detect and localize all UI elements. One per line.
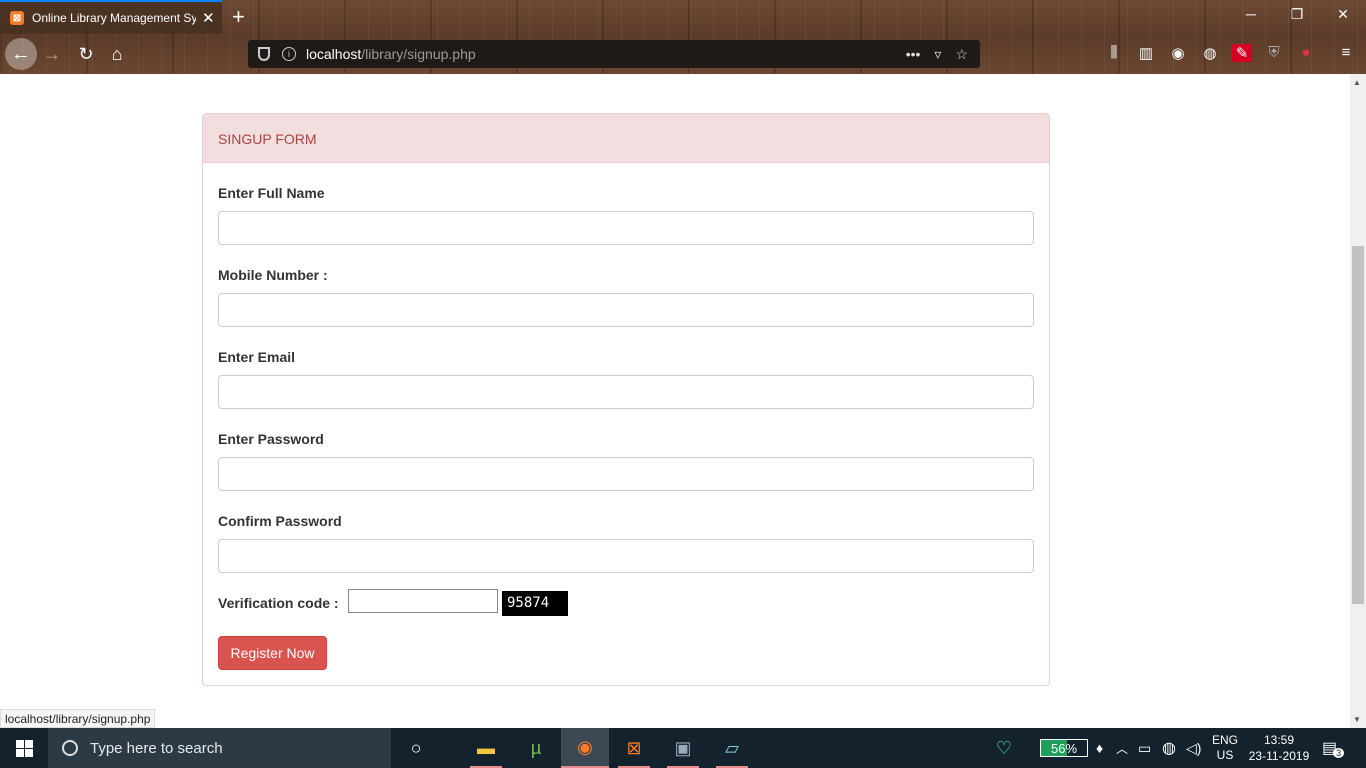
page-scrollbar[interactable]: ▲ ▼ <box>1350 74 1366 728</box>
close-window-button[interactable]: ✕ <box>1332 6 1354 23</box>
minimize-button[interactable]: ─ <box>1240 6 1262 22</box>
xampp-taskbar-icon[interactable]: ⊠ <box>610 728 658 768</box>
taskbar-search-box[interactable]: Type here to search <box>48 728 391 768</box>
mobile-number-label: Mobile Number : <box>218 267 328 283</box>
scroll-down-icon[interactable]: ▼ <box>1353 715 1361 724</box>
pocket-icon[interactable]: ▿ <box>934 46 941 63</box>
reload-button[interactable]: ↻ <box>72 40 100 68</box>
browser-toolbar: ⊠ Online Library Management Sy ✕ + ─ ❐ ✕… <box>0 0 1366 74</box>
url-text[interactable]: localhost/library/signup.php <box>306 46 476 62</box>
battery-status-icon[interactable]: ▭ <box>1138 728 1151 768</box>
page-content: SINGUP FORM Enter Full Name Mobile Numbe… <box>0 74 1350 728</box>
battery-text: 56% <box>1050 741 1078 756</box>
region-code: US <box>1216 748 1234 762</box>
url-path: /library/signup.php <box>361 46 476 62</box>
language-code: ENG <box>1212 733 1239 747</box>
url-host: localhost <box>306 46 362 62</box>
page-actions-icon[interactable]: ••• <box>906 46 921 63</box>
scrollbar-thumb[interactable] <box>1352 246 1364 604</box>
back-button[interactable]: ← <box>5 38 37 70</box>
confirm-password-label: Confirm Password <box>218 513 342 529</box>
firefox-icon[interactable]: ◉ <box>561 728 609 768</box>
mobile-number-input[interactable] <box>218 293 1034 327</box>
site-info-icon[interactable]: i <box>282 47 296 61</box>
scroll-up-icon[interactable]: ▲ <box>1353 78 1361 87</box>
verification-code-input[interactable] <box>348 589 498 613</box>
restore-button[interactable]: ❐ <box>1286 6 1308 23</box>
activity-monitor-icon[interactable]: ♡ <box>980 728 1028 768</box>
search-placeholder: Type here to search <box>90 739 223 757</box>
action-center-icon[interactable]: ▤ 3 <box>1322 728 1345 768</box>
windows-logo-icon <box>15 739 33 757</box>
full-name-label: Enter Full Name <box>218 185 325 201</box>
volume-icon[interactable]: ◁) <box>1186 728 1201 768</box>
bookmark-star-icon[interactable]: ☆ <box>955 46 968 63</box>
verification-code-label: Verification code : <box>218 595 339 611</box>
forward-button[interactable]: → <box>38 40 66 68</box>
register-now-button[interactable]: Register Now <box>218 636 327 670</box>
close-tab-icon[interactable]: ✕ <box>202 9 215 27</box>
browser-tab[interactable]: ⊠ Online Library Management Sy ✕ <box>0 0 222 34</box>
utorrent-icon[interactable]: µ <box>512 728 560 768</box>
tracking-shield-icon[interactable] <box>258 47 270 61</box>
language-indicator[interactable]: ENG US <box>1212 728 1238 768</box>
link-status-bar: localhost/library/signup.php <box>0 709 156 728</box>
notification-count: 3 <box>1333 748 1345 758</box>
email-label: Enter Email <box>218 349 296 365</box>
clock-time: 13:59 <box>1263 733 1295 747</box>
notepad-icon[interactable]: ▱ <box>708 728 756 768</box>
library-icon[interactable]: ⫼ <box>1104 44 1124 61</box>
file-explorer-icon[interactable]: ▬ <box>462 728 510 768</box>
start-button[interactable] <box>0 728 48 768</box>
globe-icon[interactable]: ◍ <box>1200 44 1220 62</box>
password-input[interactable] <box>218 457 1034 491</box>
captcha-image: 95874 <box>502 591 568 616</box>
email-input[interactable] <box>218 375 1034 409</box>
tab-title: Online Library Management Sy <box>32 11 196 25</box>
network-icon[interactable]: ◍ <box>1162 728 1176 768</box>
signup-panel: SINGUP FORM Enter Full Name Mobile Numbe… <box>202 113 1050 686</box>
windows-taskbar: Type here to search ○ ▬ µ ◉ ⊠ ▣ ▱ ♡ 56% … <box>0 728 1366 768</box>
url-bar[interactable]: i localhost/library/signup.php ••• ▿ ☆ <box>248 40 980 68</box>
clock[interactable]: 13:59 23-11-2019 <box>1248 728 1310 768</box>
task-view-icon[interactable]: ○ <box>392 728 440 768</box>
show-hidden-icons[interactable]: ︿ <box>1116 728 1128 768</box>
security-extension-icon[interactable]: ● <box>1296 44 1316 61</box>
password-label: Enter Password <box>218 431 324 447</box>
power-icon[interactable]: ♦ <box>1096 728 1103 768</box>
menu-icon[interactable]: ≡ <box>1336 44 1356 61</box>
xampp-icon: ⊠ <box>10 11 24 25</box>
app-window-icon[interactable]: ▣ <box>659 728 707 768</box>
home-button[interactable]: ⌂ <box>103 40 131 68</box>
clock-date: 23-11-2019 <box>1248 749 1310 763</box>
new-tab-button[interactable]: + <box>232 4 245 30</box>
shield-extension-icon[interactable]: ⛨ <box>1264 44 1284 61</box>
search-icon <box>62 740 78 756</box>
full-name-input[interactable] <box>218 211 1034 245</box>
extension-pen-icon[interactable]: ✎ <box>1232 44 1252 62</box>
battery-meter[interactable]: 56% <box>1040 739 1088 757</box>
confirm-password-input[interactable] <box>218 539 1034 573</box>
panel-heading: SINGUP FORM <box>203 114 1049 163</box>
account-icon[interactable]: ◉ <box>1168 44 1188 62</box>
sidebar-icon[interactable]: ▥ <box>1136 44 1156 62</box>
